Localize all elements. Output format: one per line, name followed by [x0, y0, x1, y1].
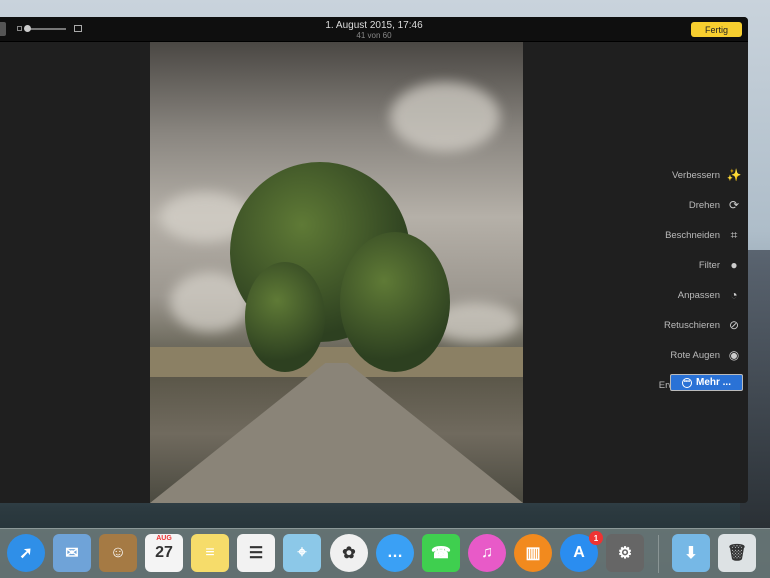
dock-separator [658, 535, 659, 573]
reminders-icon: ☰ [248, 545, 264, 562]
dock-notes[interactable]: ≡ [191, 534, 229, 572]
more-label: Mehr ... [695, 377, 731, 388]
downloads-icon: ⬇ [684, 545, 698, 562]
more-button[interactable]: ••• Mehr ... [670, 374, 743, 391]
photo-counter: 41 von 60 [356, 31, 392, 40]
tool-drehen[interactable]: Drehen ⟳ [632, 190, 742, 220]
messages-icon: … [387, 544, 403, 561]
dock-app-store[interactable]: A1 [560, 531, 603, 572]
notification-badge: 1 [589, 531, 603, 545]
dock-reminders[interactable]: ☰ [237, 534, 275, 572]
dock-mail[interactable]: ✉ [53, 534, 91, 572]
itunes-icon: ♫ [481, 544, 493, 561]
app-store-icon: A [573, 544, 585, 561]
crop-icon: ⌗ [730, 227, 738, 242]
notes-icon: ≡ [205, 544, 215, 561]
tool-label: Filter [698, 259, 720, 271]
dock: ➚ ✉ ☺ AUG 27 ≡ ☰ ⌖ ✿ … ☎ ♫ ▥ A 1 ⚙ ⬇ 🗑 [0, 528, 770, 578]
facetime-icon: ☎ [431, 545, 451, 562]
dock-contacts[interactable]: ☺ [99, 534, 137, 572]
dock-downloads[interactable]: ⬇ [672, 534, 710, 572]
bandage-icon: ⊘ [728, 318, 740, 332]
eye-icon: ◉ [728, 348, 740, 362]
photo-date: 1. August 2015, 17:46 [325, 20, 423, 31]
photos-window: 1. August 2015, 17:46 41 von 60 Fertig V… [0, 17, 748, 503]
photo-image [150, 42, 523, 503]
tool-label: Beschneiden [665, 229, 720, 241]
tool-filter[interactable]: Filter ● [632, 250, 742, 280]
dock-messages[interactable]: … [376, 534, 414, 572]
tool-anpassen[interactable]: Anpassen ◔ [632, 280, 742, 310]
dock-safari[interactable]: ➚ [7, 534, 45, 572]
title-bar: 1. August 2015, 17:46 41 von 60 Fertig [0, 17, 748, 42]
tool-beschneiden[interactable]: Beschneiden ⌗ [632, 220, 742, 250]
contacts-icon: ☺ [109, 544, 127, 561]
dock-facetime[interactable]: ☎ [422, 534, 460, 572]
ibooks-icon: ▥ [525, 545, 541, 562]
dock-system-preferences[interactable]: ⚙ [606, 534, 644, 572]
dock-photos[interactable]: ✿ [330, 534, 368, 572]
maps-icon: ⌖ [297, 544, 307, 561]
filter-icon: ● [730, 258, 738, 272]
tool-label: Rote Augen [670, 349, 720, 361]
rotate-icon: ⟳ [728, 198, 740, 212]
more-icon: ••• [681, 377, 692, 388]
safari-icon: ➚ [19, 545, 33, 562]
calendar-month: AUG [156, 535, 172, 542]
tool-retuschieren[interactable]: Retuschieren ⊘ [632, 310, 742, 340]
tool-label: Verbessern [671, 169, 720, 181]
dock-maps[interactable]: ⌖ [283, 534, 321, 572]
tool-label: Anpassen [677, 289, 720, 301]
system-preferences-icon: ⚙ [617, 545, 633, 562]
dock-calendar[interactable]: AUG 27 [145, 534, 183, 572]
dock-trash[interactable]: 🗑 [718, 534, 756, 572]
trash-icon: 🗑 [726, 545, 748, 562]
dock-ibooks[interactable]: ▥ [514, 534, 552, 572]
tool-label: Drehen [688, 199, 720, 211]
edit-tools: Verbessern ✨ Drehen ⟳ Beschneiden ⌗ Filter ● Anp… [632, 160, 742, 400]
tool-verbessern[interactable]: Verbessern ✨ [632, 160, 742, 190]
tool-rote-augen[interactable]: Rote Augen ◉ [632, 340, 742, 370]
dock-itunes[interactable]: ♫ [468, 534, 506, 572]
adjust-icon: ◔ [730, 288, 738, 302]
tool-label: Retuschieren [664, 319, 720, 331]
magic-wand-icon: ✨ [726, 168, 742, 182]
calendar-icon: 27 [155, 544, 173, 561]
done-button[interactable]: Fertig [691, 22, 742, 37]
photos-icon: ✿ [342, 545, 356, 562]
mail-icon: ✉ [65, 545, 79, 562]
